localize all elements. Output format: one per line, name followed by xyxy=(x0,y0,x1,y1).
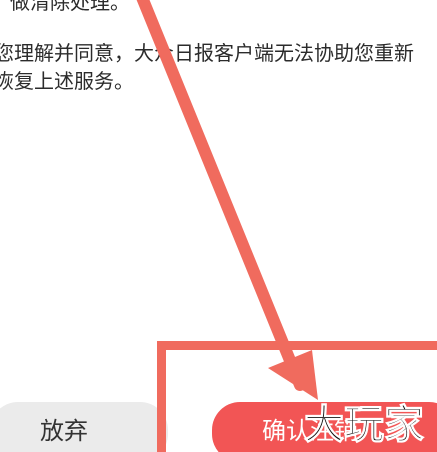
arrow-down-right-icon xyxy=(136,0,318,400)
dialog-screen: ，做清除处理。 您理解并同意，大众日报客户端无法协助您重新 恢复上述服务。 放弃… xyxy=(0,0,437,452)
watermark-text: 大玩家 xyxy=(304,402,425,448)
